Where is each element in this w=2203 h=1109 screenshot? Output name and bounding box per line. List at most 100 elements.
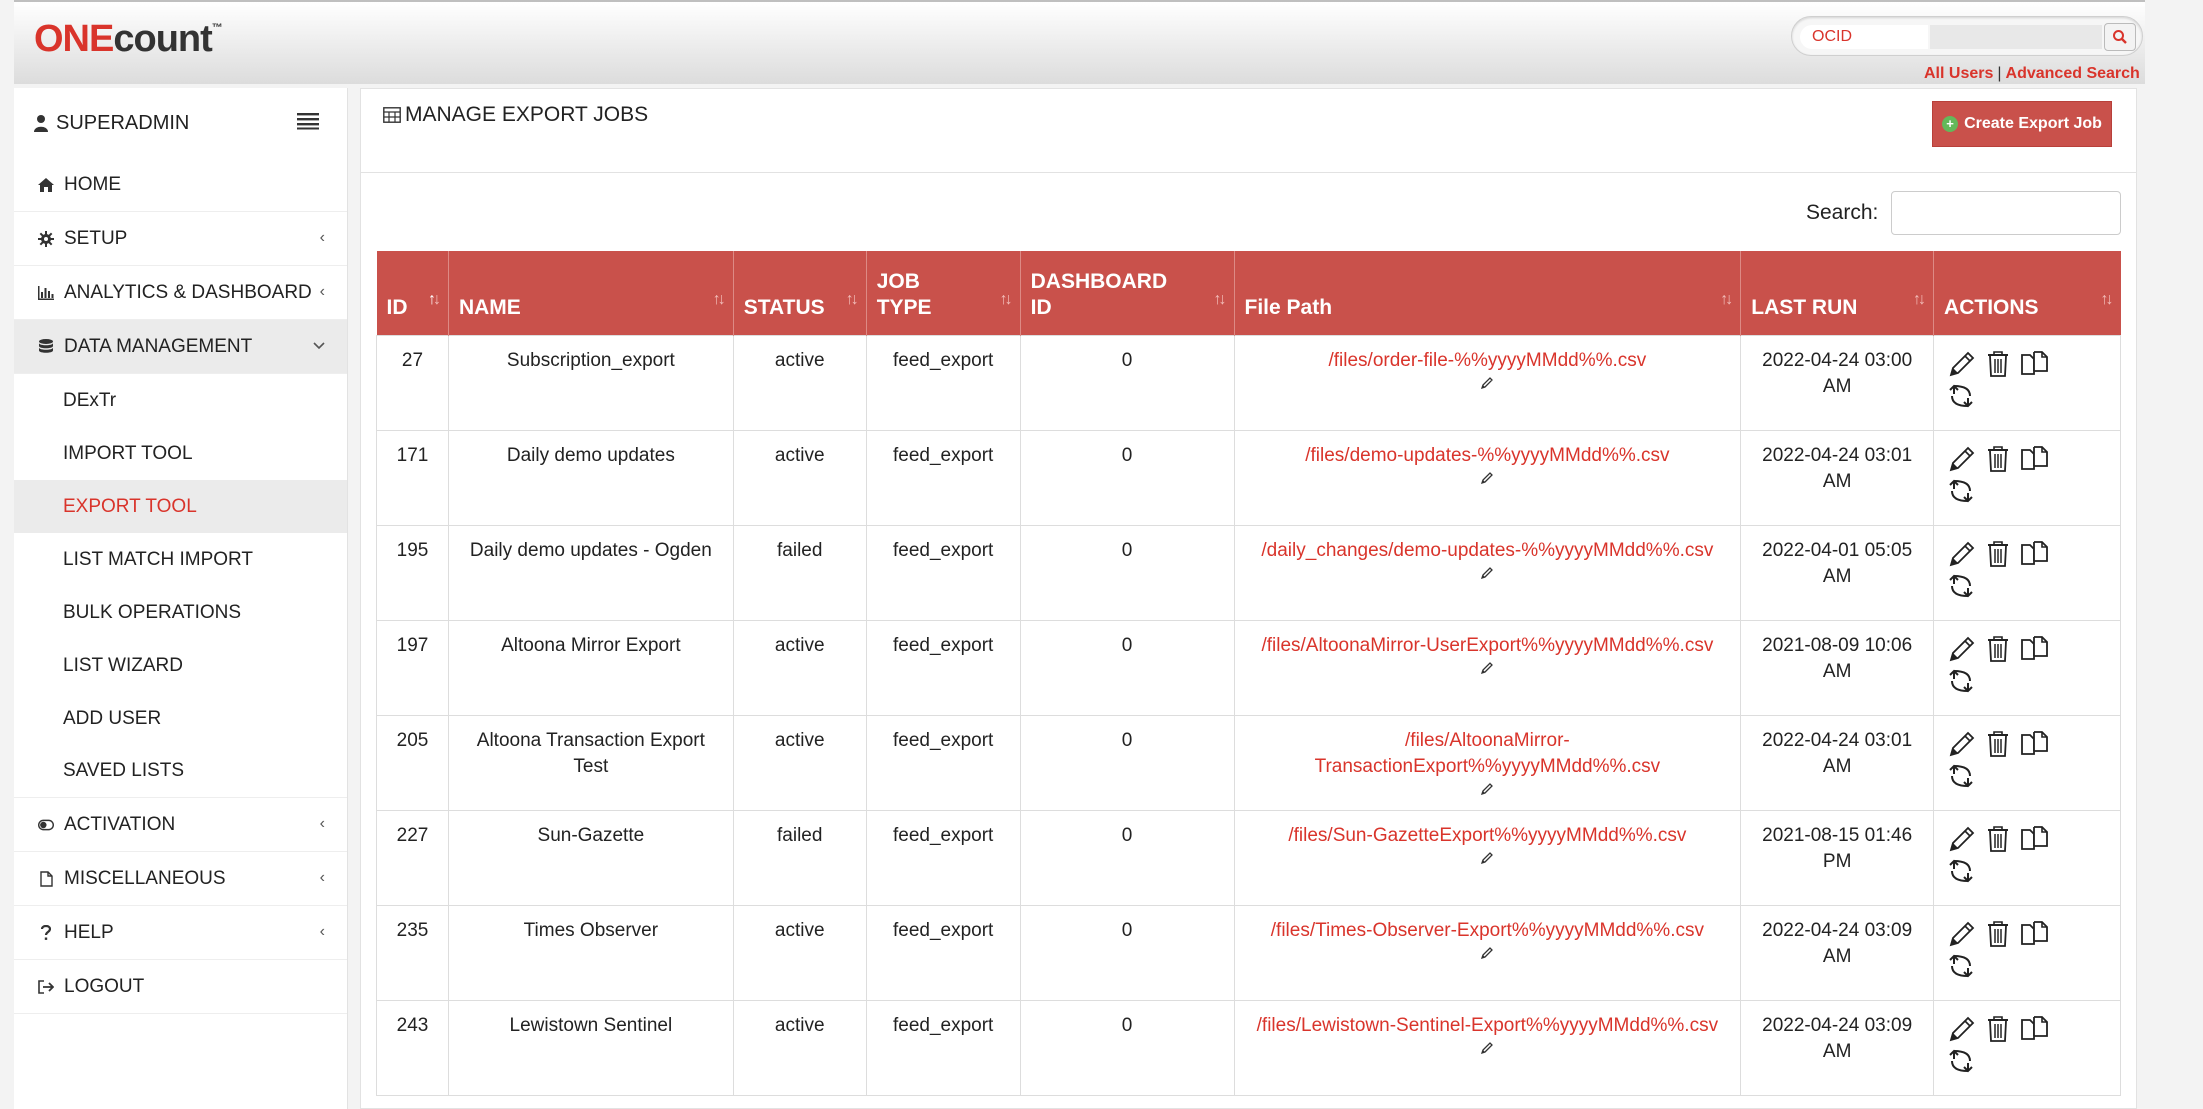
cell-name: Times Observer [447, 904, 734, 1001]
column-header-label: JOB [876, 269, 920, 293]
edit-path-icon[interactable] [1480, 566, 1494, 580]
cell-file-path: /files/order-file-%%yyyyMMdd%%.csv [1233, 334, 1742, 431]
cell-dashboard-id: 0 [1019, 714, 1235, 811]
global-search-input[interactable] [1930, 25, 2102, 49]
copy-icon[interactable] [2020, 350, 2050, 378]
sync-icon[interactable] [1948, 667, 1974, 695]
sidebar-subitem-import-tool[interactable]: IMPORT TOOL [14, 427, 347, 480]
column-header-actions[interactable]: ACTIONS ↑↓ [1933, 251, 2121, 335]
main-panel: MANAGE EXPORT JOBS + Create Export Job S… [360, 88, 2137, 1109]
cell-last-run: 2022-04-24 03:09 AM [1740, 999, 1935, 1096]
advanced-search-link[interactable]: Advanced Search [2006, 65, 2140, 82]
edit-path-icon[interactable] [1480, 946, 1494, 960]
cell-name: Daily demo updates - Ogden [447, 524, 734, 621]
trash-icon[interactable] [1986, 1015, 2010, 1043]
sidebar-item-home[interactable]: HOME [14, 158, 347, 212]
sync-icon[interactable] [1948, 1047, 1974, 1075]
copy-icon[interactable] [2020, 920, 2050, 948]
menu-list-icon[interactable] [297, 112, 319, 130]
file-path-link[interactable]: /files/order-file-%%yyyyMMdd%%.csv [1328, 350, 1646, 371]
file-path-link[interactable]: /files/Sun-GazetteExport%%yyyyMMdd%%.csv [1288, 825, 1686, 846]
edit-icon[interactable] [1948, 730, 1976, 758]
column-header-last-run[interactable]: LAST RUN ↑↓ [1740, 251, 1935, 335]
all-users-link[interactable]: All Users [1924, 65, 1993, 82]
column-header-name[interactable]: NAME ↑↓ [448, 251, 734, 335]
logo-one: ONE [34, 18, 114, 60]
link-separator: | [1997, 65, 2002, 82]
trash-icon[interactable] [1986, 635, 2010, 663]
copy-icon[interactable] [2020, 1015, 2050, 1043]
copy-icon[interactable] [2020, 825, 2050, 853]
onecount-logo[interactable]: ONEcount™ [34, 18, 223, 61]
trash-icon[interactable] [1986, 445, 2010, 473]
sidebar-item-activation[interactable]: ACTIVATION ‹ [14, 798, 347, 852]
sort-icon: ↑↓ [712, 290, 726, 308]
sidebar-subitem-add-user[interactable]: ADD USER [14, 692, 347, 745]
sync-icon[interactable] [1948, 572, 1974, 600]
file-path-link[interactable]: /files/Lewistown-Sentinel-Export%%yyyyMM… [1257, 1015, 1718, 1036]
sidebar-item-analytics[interactable]: ANALYTICS & DASHBOARD ‹ [14, 266, 347, 320]
sync-icon[interactable] [1948, 477, 1974, 505]
edit-path-icon[interactable] [1480, 661, 1494, 675]
sidebar-item-miscellaneous[interactable]: MISCELLANEOUS ‹ [14, 852, 347, 906]
table-row: 27 Subscription_export active feed_expor… [376, 334, 2121, 431]
table-search-input[interactable] [1891, 191, 2121, 235]
sidebar-subitem-list-match-import[interactable]: LIST MATCH IMPORT [14, 533, 347, 586]
sidebar-subitem-export-tool[interactable]: EXPORT TOOL [14, 480, 347, 533]
sidebar-item-data-management[interactable]: DATA MANAGEMENT [14, 320, 347, 374]
column-header-id[interactable]: ID ↑↓ [376, 251, 449, 335]
column-header-file-path[interactable]: File Path ↑↓ [1234, 251, 1742, 335]
sync-icon[interactable] [1948, 382, 1974, 410]
copy-icon[interactable] [2020, 445, 2050, 473]
edit-icon[interactable] [1948, 445, 1976, 473]
copy-icon[interactable] [2020, 730, 2050, 758]
cell-last-run: 2021-08-09 10:06 AM [1740, 619, 1935, 716]
sidebar-item-logout[interactable]: LOGOUT [14, 960, 347, 1014]
sort-icon: ↑↓ [1213, 290, 1227, 308]
cell-name: Sun-Gazette [447, 809, 734, 906]
edit-icon[interactable] [1948, 920, 1976, 948]
file-path-link[interactable]: /files/Times-Observer-Export%%yyyyMMdd%%… [1271, 920, 1704, 941]
trash-icon[interactable] [1986, 825, 2010, 853]
sidebar-item-setup[interactable]: SETUP ‹ [14, 212, 347, 266]
column-header-dashboard-id[interactable]: DASHBOARD ID ↑↓ [1020, 251, 1235, 335]
cell-dashboard-id: 0 [1019, 619, 1235, 716]
trash-icon[interactable] [1986, 920, 2010, 948]
edit-path-icon[interactable] [1480, 471, 1494, 485]
sync-icon[interactable] [1948, 762, 1974, 790]
sidebar-subitem-list-wizard[interactable]: LIST WIZARD [14, 639, 347, 692]
sync-icon[interactable] [1948, 857, 1974, 885]
edit-icon[interactable] [1948, 1015, 1976, 1043]
chevron-left-icon: ‹ [319, 923, 325, 940]
edit-path-icon[interactable] [1480, 782, 1494, 796]
trash-icon[interactable] [1986, 730, 2010, 758]
table-header-row: ID ↑↓ NAME ↑↓ STATUS ↑↓ JOB TYPE ↑↓ DASHBOARD… [376, 251, 2121, 335]
sidebar-item-help[interactable]: HELP ‹ [14, 906, 347, 960]
cell-actions [1933, 429, 2121, 526]
global-search-button[interactable] [2104, 23, 2136, 51]
sort-icon: ↑↓ [999, 290, 1013, 308]
copy-icon[interactable] [2020, 635, 2050, 663]
sync-icon[interactable] [1948, 952, 1974, 980]
edit-icon[interactable] [1948, 635, 1976, 663]
edit-path-icon[interactable] [1480, 851, 1494, 865]
search-type-select[interactable]: OCID [1800, 25, 1928, 49]
edit-icon[interactable] [1948, 825, 1976, 853]
copy-icon[interactable] [2020, 540, 2050, 568]
file-path-link[interactable]: /files/demo-updates-%%yyyyMMdd%%.csv [1305, 445, 1669, 466]
sidebar-subitem-bulk-operations[interactable]: BULK OPERATIONS [14, 586, 347, 639]
sidebar-subitem-saved-lists[interactable]: SAVED LISTS [14, 745, 347, 798]
file-path-link[interactable]: /files/AltoonaMirror-TransactionExport%%… [1315, 730, 1661, 777]
file-path-link[interactable]: /files/AltoonaMirror-UserExport%%yyyyMMd… [1261, 635, 1713, 656]
edit-icon[interactable] [1948, 540, 1976, 568]
edit-icon[interactable] [1948, 350, 1976, 378]
sidebar-subitem-dextr[interactable]: DExTr [14, 374, 347, 427]
edit-path-icon[interactable] [1480, 376, 1494, 390]
file-path-link[interactable]: /daily_changes/demo-updates-%%yyyyMMdd%%… [1261, 540, 1713, 561]
column-header-status[interactable]: STATUS ↑↓ [733, 251, 867, 335]
trash-icon[interactable] [1986, 350, 2010, 378]
create-export-job-button[interactable]: + Create Export Job [1932, 101, 2112, 147]
trash-icon[interactable] [1986, 540, 2010, 568]
edit-path-icon[interactable] [1480, 1041, 1494, 1055]
column-header-job-type[interactable]: JOB TYPE ↑↓ [866, 251, 1021, 335]
